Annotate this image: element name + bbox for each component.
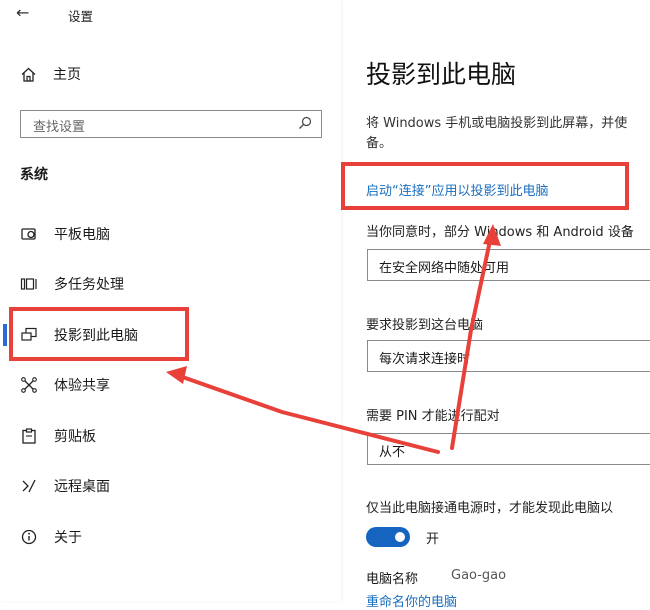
pc-name-label: 电脑名称	[366, 572, 419, 587]
search-placeholder: 查找设置	[33, 120, 86, 135]
clipboard-icon	[22, 428, 36, 444]
info-icon	[21, 529, 37, 545]
ask-projection-dropdown[interactable]: 每次请求连接时	[367, 340, 650, 372]
title-bar: ← 设置	[0, 0, 341, 32]
sidebar-item-label: 多任务处理	[54, 277, 124, 293]
sidebar-item-label: 关于	[54, 530, 82, 546]
sidebar-item-label: 远程桌面	[54, 479, 110, 495]
availability-label: 当你同意时，部分 Windows 和 Android 设备	[366, 225, 634, 240]
back-arrow-icon[interactable]: ←	[16, 3, 29, 22]
toggle-knob	[395, 532, 405, 542]
sidebar: ← 设置 主页 查找设置 系统 平板电脑 多任务处理 投影到此电脑 体验共享 剪…	[0, 0, 341, 601]
nav-home-label: 主页	[53, 67, 81, 83]
sidebar-item-label: 平板电脑	[54, 227, 110, 243]
sidebar-item-tablet[interactable]: 平板电脑	[0, 214, 341, 254]
power-discovery-toggle[interactable]	[366, 527, 410, 547]
share-icon	[21, 377, 37, 393]
section-title: 系统	[20, 167, 48, 183]
pin-dropdown[interactable]: 从不	[367, 433, 650, 465]
page-description-line: 备。	[366, 136, 393, 151]
pin-label: 需要 PIN 才能进行配对	[366, 409, 500, 424]
search-icon[interactable]	[297, 115, 313, 131]
sidebar-item-share[interactable]: 体验共享	[0, 365, 341, 405]
sidebar-item-remote-desktop[interactable]: 远程桌面	[0, 466, 341, 506]
ask-projection-label: 要求投影到这台电脑	[366, 318, 484, 333]
sidebar-item-about[interactable]: 关于	[0, 517, 341, 557]
remote-desktop-icon	[22, 479, 36, 493]
toggle-state-label: 开	[426, 532, 440, 547]
power-discovery-label: 仅当此电脑接通电源时，才能发现此电脑以	[366, 501, 614, 516]
home-icon	[21, 67, 36, 82]
sidebar-item-label: 剪贴板	[54, 429, 96, 445]
sidebar-item-multitask[interactable]: 多任务处理	[0, 264, 341, 304]
nav-home[interactable]: 主页	[20, 62, 81, 86]
pc-name-value: Gao-gao	[451, 568, 507, 583]
page-description: 将 Windows 手机或电脑投影到此屏幕，并使 备。	[366, 114, 650, 154]
annotation-box-sidebar	[9, 307, 189, 361]
ask-projection-value: 每次请求连接时	[379, 352, 471, 367]
selection-indicator	[3, 324, 7, 346]
pin-value: 从不	[379, 445, 406, 460]
availability-dropdown[interactable]: 在安全网络中随处可用	[367, 249, 650, 281]
search-input[interactable]: 查找设置	[20, 110, 322, 138]
sidebar-item-label: 体验共享	[54, 378, 110, 394]
app-title: 设置	[68, 9, 94, 24]
availability-value: 在安全网络中随处可用	[379, 261, 510, 276]
sidebar-item-clipboard[interactable]: 剪贴板	[0, 416, 341, 456]
tablet-icon	[21, 228, 36, 240]
annotation-box-link	[341, 162, 629, 210]
page-description-line: 将 Windows 手机或电脑投影到此屏幕，并使	[366, 116, 628, 131]
multitask-icon	[20, 278, 37, 290]
page-title: 投影到此电脑	[366, 60, 517, 89]
